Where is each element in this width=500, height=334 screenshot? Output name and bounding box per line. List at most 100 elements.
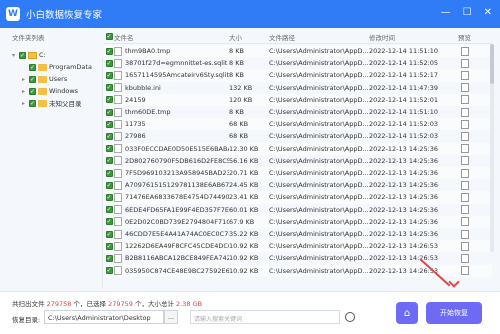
home-button[interactable]: ⌂ bbox=[396, 302, 418, 324]
preview-icon[interactable] bbox=[460, 70, 469, 80]
preview-icon[interactable] bbox=[460, 119, 469, 129]
scrollbar[interactable] bbox=[490, 44, 494, 252]
table-row[interactable]: ✓ 7F5D969103213A958945BAD23 20.71 KB C:\Use… bbox=[104, 167, 492, 180]
preview-icon[interactable] bbox=[460, 107, 469, 117]
preview-icon[interactable] bbox=[460, 266, 469, 276]
table-row[interactable]: ✓ 38701f27d=egmnnittet-es.sqlit 8 KB C:\Use… bbox=[104, 57, 492, 69]
file-icon bbox=[114, 119, 122, 129]
column-header-path[interactable]: 文件路径 bbox=[269, 32, 369, 42]
table-row[interactable]: ✓ 033F0ECCDAE0D50E515E6BABA2 12.30 KB C:\Us… bbox=[104, 142, 492, 155]
table-row[interactable]: ✓ 1657114595Amcateirv6Sty.sqlite 8 KB C:\Us… bbox=[104, 69, 492, 82]
pane-divider[interactable] bbox=[102, 58, 103, 288]
row-checkbox[interactable]: ✓ bbox=[105, 181, 113, 189]
preview-icon[interactable] bbox=[460, 131, 469, 141]
file-name: 71476EA6833678E4754D744904F bbox=[125, 193, 229, 202]
tree-item-c[interactable]: ▾ ✓ C: bbox=[10, 50, 46, 60]
minimize-icon[interactable]: — bbox=[441, 7, 451, 18]
expand-icon[interactable]: ▸ bbox=[20, 100, 27, 107]
file-date: 2022-12-14 11:52:03 bbox=[369, 132, 439, 141]
column-header-name[interactable]: 文件名 bbox=[114, 32, 229, 42]
close-icon[interactable]: ✕ bbox=[484, 7, 492, 18]
search-icon[interactable] bbox=[345, 312, 355, 322]
tree-item-programdata[interactable]: ✓ ProgramData bbox=[20, 62, 92, 72]
row-checkbox[interactable]: ✓ bbox=[105, 218, 113, 226]
table-row[interactable]: ✓ thm9BA0.tmp 8 KB C:\Users\Administrator\A… bbox=[104, 45, 492, 58]
tree-item-unknown-parent[interactable]: ▸ ✓ 未知父目录 bbox=[20, 98, 82, 108]
row-checkbox[interactable]: ✓ bbox=[105, 267, 113, 275]
file-icon bbox=[114, 192, 122, 202]
file-name: 11735 bbox=[125, 120, 146, 129]
row-checkbox[interactable]: ✓ bbox=[105, 254, 113, 262]
row-checkbox[interactable]: ✓ bbox=[105, 59, 113, 67]
table-row[interactable]: ✓ thm60DE.tmp 8 KB C:\Users\Administrator\A… bbox=[104, 106, 492, 118]
collapse-icon[interactable]: ▾ bbox=[10, 52, 17, 59]
checkbox[interactable]: ✓ bbox=[29, 99, 36, 107]
preview-icon[interactable] bbox=[460, 46, 469, 56]
table-row[interactable]: ✓ B2B8116ABCA12BCE849FEA742F 10.92 KB C:\Us… bbox=[104, 252, 492, 264]
folder-icon bbox=[38, 75, 47, 83]
preview-icon[interactable] bbox=[460, 144, 469, 154]
expand-icon[interactable]: ▸ bbox=[20, 76, 27, 83]
preview-icon[interactable] bbox=[460, 229, 469, 239]
preview-icon[interactable] bbox=[460, 83, 469, 93]
start-recovery-button[interactable]: 开始恢复 bbox=[426, 302, 482, 324]
preview-icon[interactable] bbox=[460, 192, 469, 202]
row-checkbox[interactable]: ✓ bbox=[105, 84, 113, 92]
table-row[interactable]: ✓ 6EDE4FD65FA1E99F4ED357F7E0 60.01 KB C:\Us… bbox=[104, 204, 492, 216]
file-name: 38701f27d=egmnnittet-es.sqlit bbox=[125, 59, 228, 68]
preview-icon[interactable] bbox=[460, 95, 469, 105]
row-checkbox[interactable]: ✓ bbox=[105, 132, 113, 140]
preview-icon[interactable] bbox=[460, 180, 469, 190]
table-row[interactable]: ✓ 12262D6EA49F8CFC45CDE4DC65 10.92 KB C:\Us… bbox=[104, 240, 492, 253]
tree-item-label: 未知父目录 bbox=[49, 100, 82, 108]
restore-dir-field[interactable]: C:\Users\Administrator\Desktop bbox=[44, 310, 164, 324]
table-row[interactable]: ✓ 27986 68 KB C:\Users\Administrator\AppD..… bbox=[104, 130, 492, 142]
row-checkbox[interactable]: ✓ bbox=[105, 108, 113, 116]
table-row[interactable]: ✓ 0E2D02C0BD739E2794804F71CE 67.9 KB C:\Use… bbox=[104, 215, 492, 228]
checkbox[interactable]: ✓ bbox=[29, 75, 36, 83]
row-checkbox[interactable]: ✓ bbox=[105, 157, 113, 165]
row-checkbox[interactable]: ✓ bbox=[105, 206, 113, 214]
search-input[interactable]: 请输入搜索关键词 bbox=[190, 310, 340, 324]
row-checkbox[interactable]: ✓ bbox=[105, 242, 113, 250]
checkbox[interactable]: ✓ bbox=[19, 51, 26, 59]
preview-icon[interactable] bbox=[460, 58, 469, 68]
preview-icon[interactable] bbox=[460, 205, 469, 215]
table-row[interactable]: ✓ kbubble.ini 132 KB C:\Users\Administrator… bbox=[104, 82, 492, 94]
tree-item-windows[interactable]: ▸ ✓ Windows bbox=[20, 86, 78, 96]
expand-icon[interactable]: ▸ bbox=[20, 88, 27, 95]
row-checkbox[interactable]: ✓ bbox=[105, 169, 113, 177]
column-header-date[interactable]: 修改时间 bbox=[369, 32, 452, 42]
file-icon bbox=[114, 266, 122, 276]
checkbox[interactable]: ✓ bbox=[29, 63, 36, 71]
file-icon bbox=[114, 83, 122, 93]
preview-icon[interactable] bbox=[460, 156, 469, 166]
row-checkbox[interactable]: ✓ bbox=[105, 193, 113, 201]
table-row[interactable]: ✓ A709761515129781138E6AB675 24.45 KB C:\Us… bbox=[104, 179, 492, 191]
table-row[interactable]: ✓ 2D802760790F5DB616D2FE8C5 56.16 KB C:\Use… bbox=[104, 155, 492, 167]
preview-icon[interactable] bbox=[460, 253, 469, 263]
scrollbar-thumb[interactable] bbox=[490, 44, 494, 84]
column-header-size[interactable]: 大小 bbox=[229, 32, 269, 42]
row-checkbox[interactable]: ✓ bbox=[105, 71, 113, 79]
row-checkbox[interactable]: ✓ bbox=[105, 120, 113, 128]
preview-icon[interactable] bbox=[460, 217, 469, 227]
table-row[interactable]: ✓ 11735 68 KB C:\Users\Administrator\AppD..… bbox=[104, 118, 492, 131]
table-row[interactable]: ✓ 71476EA6833678E4754D744904F 23.41 KB C:\U… bbox=[104, 191, 492, 204]
preview-icon[interactable] bbox=[460, 168, 469, 178]
file-date: 2022-12-13 14:25:36 bbox=[369, 181, 439, 190]
preview-icon[interactable] bbox=[460, 241, 469, 251]
row-checkbox[interactable]: ✓ bbox=[105, 230, 113, 238]
browse-button[interactable]: ... bbox=[164, 310, 178, 324]
table-row[interactable]: ✓ 46CDD7E5E4A41A74AC0EC0C74 35.22 KB C:\Use… bbox=[104, 228, 492, 240]
table-row[interactable]: ✓ 24159 120 KB C:\Users\Administrator\AppD.… bbox=[104, 93, 492, 106]
row-checkbox[interactable]: ✓ bbox=[105, 47, 113, 55]
row-checkbox[interactable]: ✓ bbox=[105, 96, 113, 104]
maximize-icon[interactable]: ☐ bbox=[463, 7, 472, 18]
checkbox[interactable]: ✓ bbox=[29, 87, 36, 95]
home-icon: ⌂ bbox=[403, 307, 411, 319]
row-checkbox[interactable]: ✓ bbox=[105, 145, 113, 153]
tree-item-users[interactable]: ▸ ✓ Users bbox=[20, 74, 67, 84]
file-size: 8 KB bbox=[229, 108, 244, 117]
select-all-checkbox[interactable]: ✓ bbox=[105, 33, 113, 40]
